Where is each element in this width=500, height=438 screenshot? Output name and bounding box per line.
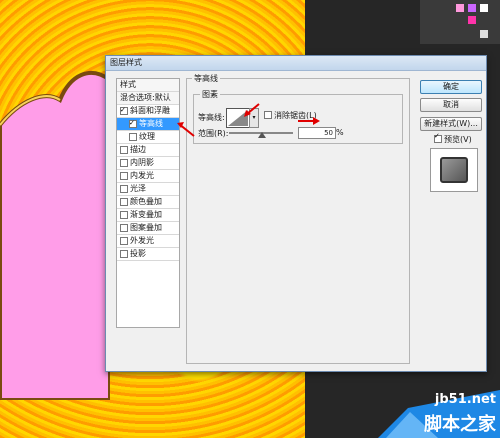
style-checkbox[interactable] bbox=[120, 158, 128, 167]
layer-style-dialog: 图层样式 样式 混合选项:默认 斜面和浮雕等高线纹理描边内阴影内发光光泽颜色叠加… bbox=[105, 55, 487, 372]
style-checkbox[interactable] bbox=[120, 184, 128, 193]
style-item[interactable]: 渐变叠加 bbox=[117, 209, 179, 222]
style-label: 等高线 bbox=[139, 119, 163, 128]
style-label: 光泽 bbox=[130, 184, 146, 193]
style-checkbox[interactable] bbox=[120, 236, 128, 245]
swatch[interactable] bbox=[468, 16, 476, 24]
red-arrow-icon bbox=[298, 117, 320, 125]
style-label: 图案叠加 bbox=[130, 223, 162, 232]
preview-label: 预览(V) bbox=[444, 135, 472, 144]
style-item[interactable]: 内发光 bbox=[117, 170, 179, 183]
style-label: 渐变叠加 bbox=[130, 210, 162, 219]
style-item[interactable]: 描边 bbox=[117, 144, 179, 157]
style-item[interactable]: 内阴影 bbox=[117, 157, 179, 170]
style-item[interactable]: 斜面和浮雕 bbox=[117, 104, 179, 118]
style-item[interactable]: 外发光 bbox=[117, 235, 179, 248]
preview-checkbox[interactable] bbox=[434, 132, 442, 143]
ok-button[interactable]: 确定 bbox=[420, 80, 482, 94]
style-item[interactable]: 等高线 bbox=[117, 117, 179, 131]
style-checkbox[interactable] bbox=[129, 117, 137, 129]
style-checkbox[interactable] bbox=[120, 249, 128, 258]
style-label: 内发光 bbox=[130, 171, 154, 180]
style-checkbox[interactable] bbox=[120, 171, 128, 180]
style-checkbox[interactable] bbox=[120, 210, 128, 219]
watermark-name: 脚本之家 bbox=[424, 414, 496, 435]
style-label: 外发光 bbox=[130, 236, 154, 245]
heart-shape bbox=[0, 70, 110, 400]
range-slider-thumb[interactable] bbox=[258, 132, 266, 138]
contour-label: 等高线: bbox=[198, 113, 225, 122]
range-unit: % bbox=[336, 128, 344, 137]
style-item[interactable]: 光泽 bbox=[117, 183, 179, 196]
styles-header[interactable]: 样式 bbox=[117, 79, 179, 92]
dialog-title: 图层样式 bbox=[106, 56, 486, 71]
style-label: 斜面和浮雕 bbox=[130, 106, 170, 115]
red-arrow-icon bbox=[177, 122, 195, 137]
watermark-url: jb51.net bbox=[434, 392, 496, 407]
swatches-panel-strip bbox=[420, 0, 500, 44]
styles-list: 样式 混合选项:默认 斜面和浮雕等高线纹理描边内阴影内发光光泽颜色叠加渐变叠加图… bbox=[116, 78, 180, 328]
blend-options-item[interactable]: 混合选项:默认 bbox=[117, 92, 179, 105]
swatch[interactable] bbox=[480, 30, 488, 38]
swatch[interactable] bbox=[456, 4, 464, 12]
style-checkbox[interactable] bbox=[120, 223, 128, 232]
style-label: 纹理 bbox=[139, 132, 155, 141]
style-checkbox[interactable] bbox=[120, 104, 128, 116]
style-item[interactable]: 投影 bbox=[117, 248, 179, 261]
style-label: 投影 bbox=[130, 249, 146, 258]
swatch[interactable] bbox=[468, 4, 476, 12]
style-checkbox[interactable] bbox=[120, 197, 128, 206]
style-item[interactable]: 颜色叠加 bbox=[117, 196, 179, 209]
style-checkbox[interactable] bbox=[120, 145, 128, 154]
style-item[interactable]: 图案叠加 bbox=[117, 222, 179, 235]
cancel-button[interactable]: 取消 bbox=[420, 98, 482, 112]
new-style-button[interactable]: 新建样式(W)... bbox=[420, 117, 482, 131]
range-label: 范围(R): bbox=[198, 129, 229, 138]
red-arrow-icon bbox=[244, 103, 260, 117]
range-input[interactable]: 50 bbox=[298, 127, 336, 139]
swatch[interactable] bbox=[480, 4, 488, 12]
group-title: 等高线 bbox=[192, 73, 220, 84]
style-preview bbox=[430, 148, 478, 192]
style-item[interactable]: 纹理 bbox=[117, 131, 179, 144]
preview-swatch bbox=[440, 157, 468, 183]
style-checkbox[interactable] bbox=[129, 132, 137, 141]
anti-alias-checkbox[interactable] bbox=[264, 111, 272, 119]
style-label: 颜色叠加 bbox=[130, 197, 162, 206]
style-label: 内阴影 bbox=[130, 158, 154, 167]
style-label: 描边 bbox=[130, 145, 146, 154]
subgroup-title: 图素 bbox=[200, 89, 220, 100]
watermark: jb51.net 脚本之家 bbox=[378, 390, 500, 438]
